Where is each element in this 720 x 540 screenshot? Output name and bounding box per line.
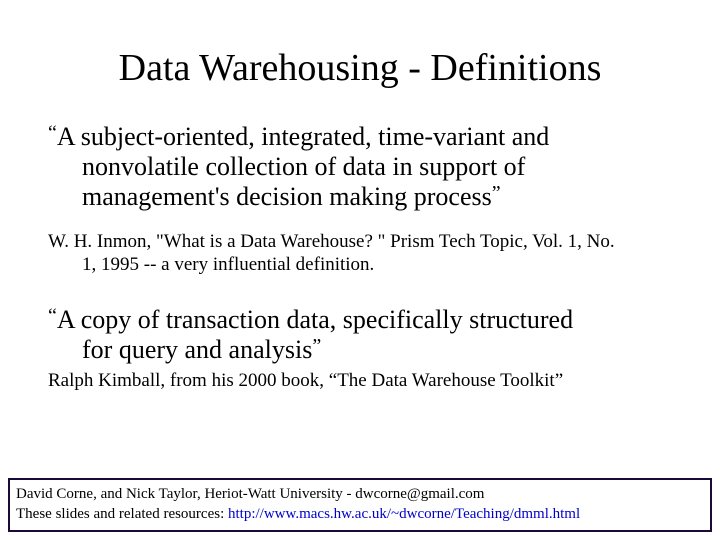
footer-line2-pre: These slides and related resources: [16, 506, 228, 522]
slide-title: Data Warehousing - Definitions [48, 46, 672, 90]
quote2-line2-wrap: for query and analysis” [82, 335, 672, 365]
inmon-quote: “A subject-oriented, integrated, time-va… [48, 122, 672, 212]
footer-url[interactable]: http://www.macs.hw.ac.uk/~dwcorne/Teachi… [228, 506, 580, 522]
kimball-citation: Ralph Kimball, from his 2000 book, “The … [48, 369, 672, 393]
open-quote-mark-2: “ [48, 305, 57, 327]
close-quote-mark: ” [492, 182, 501, 204]
close-quote-mark-2: ” [312, 335, 321, 357]
slide: Data Warehousing - Definitions “A subjec… [0, 0, 720, 540]
quote1-line3: management's decision making process [82, 182, 492, 211]
slide-footer: David Corne, and Nick Taylor, Heriot-Wat… [8, 478, 712, 532]
quote2-line1: A copy of transaction data, specifically… [57, 305, 573, 334]
cite1-line1: W. H. Inmon, "What is a Data Warehouse? … [48, 231, 615, 252]
quote1-line2: nonvolatile collection of data in suppor… [82, 152, 672, 182]
open-quote-mark: “ [48, 122, 57, 144]
quote1-line3-wrap: management's decision making process” [82, 182, 672, 212]
inmon-citation: W. H. Inmon, "What is a Data Warehouse? … [48, 230, 672, 278]
cite1-line2: 1, 1995 -- a very influential definition… [82, 253, 672, 277]
kimball-quote: “A copy of transaction data, specificall… [48, 305, 672, 365]
quote1-line1: A subject-oriented, integrated, time-var… [57, 122, 549, 151]
footer-line2: These slides and related resources: http… [16, 505, 704, 525]
quote2-line2: for query and analysis [82, 335, 312, 364]
footer-line1: David Corne, and Nick Taylor, Heriot-Wat… [16, 485, 704, 505]
